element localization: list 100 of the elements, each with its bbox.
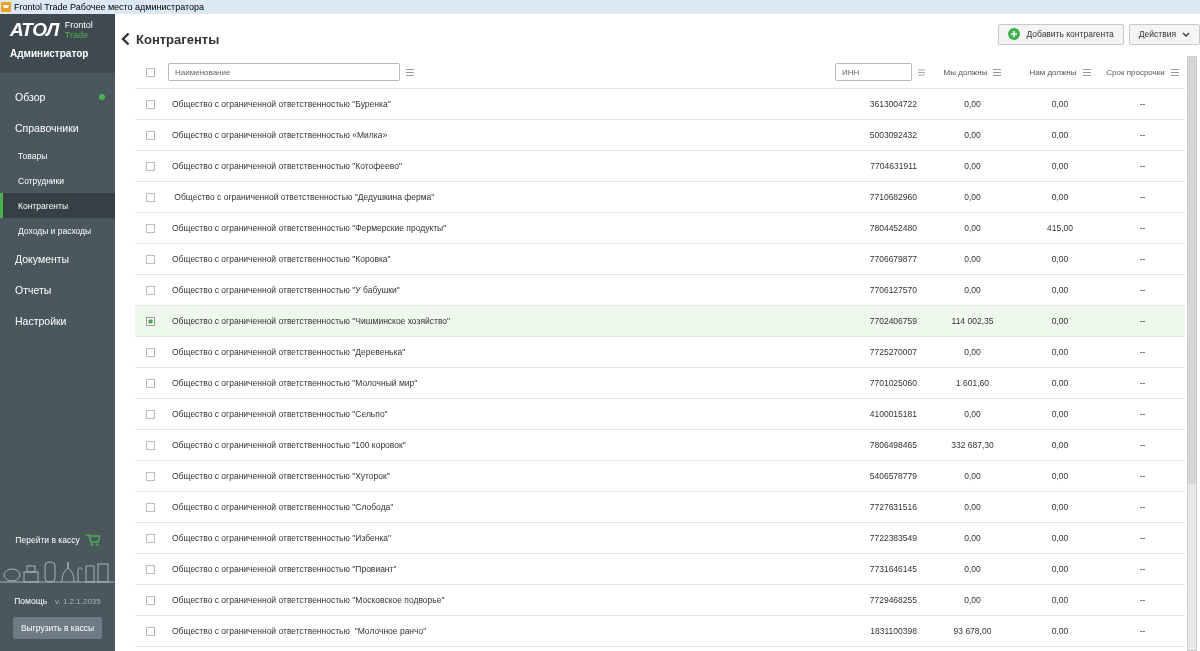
table-cell: 3613004722 bbox=[869, 99, 917, 109]
scrollbar[interactable] bbox=[1187, 56, 1197, 651]
sidebar-item[interactable]: Документы bbox=[0, 243, 115, 274]
table-row[interactable]: Общество с ограниченной ответственностью "Сельпо" 4100015181 0,00 0,00 -- bbox=[135, 399, 1185, 430]
table-row[interactable]: Общество с ограниченной ответственностью "Чишминское хозяйство" 7702406759 114 002,35 0,00 -- bbox=[135, 306, 1185, 337]
table-row[interactable]: Общество с ограниченной ответственностью "Котофеево" 7704631911 0,00 0,00 -- bbox=[135, 151, 1185, 182]
row-checkbox[interactable] bbox=[145, 626, 155, 636]
name-cell: Общество с ограниченной ответственностью "Провиант" bbox=[172, 564, 397, 574]
table-cell: 0,00 bbox=[1051, 192, 1069, 202]
column-menu-icon[interactable] bbox=[918, 68, 925, 76]
name-cell: Общество с ограниченной ответственностью "Деревенька" bbox=[172, 347, 406, 357]
row-checkbox[interactable] bbox=[145, 347, 155, 357]
row-checkbox[interactable] bbox=[145, 533, 155, 543]
table-row[interactable]: Общество с ограниченной ответственностью "100 коровок" 7806498465 332 687,30 0,00 -- bbox=[135, 430, 1185, 461]
row-checkbox[interactable] bbox=[145, 316, 155, 326]
name-cell: Общество с ограниченной ответственностью "У бабушки" bbox=[172, 285, 400, 295]
sidebar-item[interactable]: Контрагенты bbox=[0, 193, 115, 218]
table-cell: 0,00 bbox=[1051, 285, 1069, 295]
table-row[interactable]: Общество с ограниченной ответственностью "Молочный мир" 7701025060 1 601,60 0,00 -- bbox=[135, 368, 1185, 399]
row-checkbox[interactable] bbox=[145, 285, 155, 295]
table-row[interactable]: Общество с ограниченной ответственностью "Деревенька" 7725270007 0,00 0,00 -- bbox=[135, 337, 1185, 368]
row-checkbox[interactable] bbox=[145, 254, 155, 264]
upload-button[interactable]: Выгрузить в кассы bbox=[12, 617, 103, 639]
pos-link[interactable]: Перейти в кассу bbox=[15, 535, 80, 545]
table-cell: 0,00 bbox=[964, 285, 981, 295]
row-checkbox[interactable] bbox=[145, 502, 155, 512]
sidebar-item[interactable]: Доходы и расходы bbox=[0, 218, 115, 243]
table-cell: 0,00 bbox=[1051, 471, 1069, 481]
table-cell: 0,00 bbox=[1051, 440, 1069, 450]
select-all-checkbox[interactable] bbox=[145, 67, 155, 77]
table-cell: 0,00 bbox=[1051, 564, 1069, 574]
row-checkbox[interactable] bbox=[145, 223, 155, 233]
table-cell: 0,00 bbox=[964, 130, 981, 140]
table-row[interactable]: Общество с ограниченной ответственностью "Московское подворье" 7729468255 0,00 0,00 -- bbox=[135, 585, 1185, 616]
table-row[interactable]: Общество с ограниченной ответственностью "Молочное ранчо" 1831100398 93 678,00 0,00 -- bbox=[135, 616, 1185, 647]
sidebar-item[interactable]: Отчеты bbox=[0, 274, 115, 305]
column-menu-icon[interactable] bbox=[1170, 68, 1179, 76]
table-row[interactable]: Общество с ограниченной ответственностью "Коровка" 7706679877 0,00 0,00 -- bbox=[135, 244, 1185, 275]
table-cell: -- bbox=[1139, 130, 1146, 140]
table-cell: 0,00 bbox=[1051, 130, 1069, 140]
table-cell: -- bbox=[1139, 254, 1146, 264]
column-menu-icon[interactable] bbox=[406, 68, 414, 76]
column-menu-icon[interactable] bbox=[1082, 68, 1091, 76]
table-row[interactable]: Общество с ограниченной ответственностью "Избенка" 7722383549 0,00 0,00 -- bbox=[135, 523, 1185, 554]
table-row[interactable]: Общество с ограниченной ответственностью "Провиант" 7731646145 0,00 0,00 -- bbox=[135, 554, 1185, 585]
name-cell: Общество с ограниченной ответственностью "Сельпо" bbox=[172, 409, 388, 419]
actions-button[interactable]: Действия bbox=[1128, 23, 1200, 45]
table-cell: -- bbox=[1139, 378, 1146, 388]
table-cell: -- bbox=[1139, 161, 1146, 171]
row-checkbox[interactable] bbox=[145, 409, 155, 419]
table-cell: 0,00 bbox=[964, 161, 981, 171]
table-row[interactable]: Общество с ограниченной ответственностью "Слобода" 7727631516 0,00 0,00 -- bbox=[135, 492, 1185, 523]
table-cell: 7710682960 bbox=[869, 192, 917, 202]
table-row[interactable]: Общество с ограниченной ответственностью "Фермерские продукты" 7804452480 0,00 415,00 -- bbox=[135, 213, 1185, 244]
table-cell: -- bbox=[1139, 316, 1146, 326]
table-row[interactable]: Общество с ограниченной ответственностью "Буренка" 3613004722 0,00 0,00 -- bbox=[135, 89, 1185, 120]
table-cell: 7729468255 bbox=[869, 595, 917, 605]
sidebar-item[interactable]: Справочники bbox=[0, 112, 115, 143]
row-checkbox[interactable] bbox=[145, 471, 155, 481]
table-cell: 0,00 bbox=[964, 347, 981, 357]
filter-field[interactable]: ИНН bbox=[835, 63, 912, 81]
row-checkbox[interactable] bbox=[145, 192, 155, 202]
plus-circle-icon bbox=[1008, 28, 1021, 40]
row-checkbox[interactable] bbox=[145, 99, 155, 109]
table-cell: 415,00 bbox=[1047, 223, 1073, 233]
table-cell: 0,00 bbox=[1051, 316, 1069, 326]
help-link[interactable]: Помощь bbox=[14, 596, 48, 606]
add-counterparty-button[interactable]: Добавить контрагента bbox=[998, 23, 1124, 45]
row-checkbox[interactable] bbox=[145, 564, 155, 574]
table-cell: 0,00 bbox=[1051, 533, 1069, 543]
table-row[interactable]: Общество с ограниченной ответственностью «Милка» 5003092432 0,00 0,00 -- bbox=[135, 120, 1185, 151]
sidebar-item[interactable]: Настройки bbox=[0, 305, 115, 336]
edition-name: Trade bbox=[64, 30, 89, 40]
row-checkbox[interactable] bbox=[145, 378, 155, 388]
name-cell: Общество с ограниченной ответственностью "Котофеево" bbox=[172, 161, 402, 171]
table-cell: 0,00 bbox=[1051, 378, 1069, 388]
table-cell: 1831100398 bbox=[870, 626, 917, 636]
sidebar-item[interactable]: Сотрудники bbox=[0, 168, 115, 193]
column-menu-icon[interactable] bbox=[993, 68, 1002, 76]
row-checkbox[interactable] bbox=[145, 161, 155, 171]
sidebar-item[interactable]: Обзор bbox=[0, 81, 115, 112]
table-row[interactable]: Общество с ограниченной ответственностью "Хуторок" 5406578779 0,00 0,00 -- bbox=[135, 461, 1185, 492]
table-cell: 0,00 bbox=[1051, 99, 1069, 109]
logo: АТОЛ bbox=[10, 21, 59, 39]
name-cell: Общество с ограниченной ответственностью "Чишминское хозяйство" bbox=[172, 316, 451, 326]
sidebar-item[interactable]: Товары bbox=[0, 143, 115, 168]
table-row[interactable]: Общество с ограниченной ответственностью "Дедушкина ферма" 7710682960 0,00 0,00 -- bbox=[135, 182, 1185, 213]
row-checkbox[interactable] bbox=[145, 130, 155, 140]
table-cell: 114 002,35 bbox=[951, 316, 994, 326]
table-cell: -- bbox=[1139, 626, 1146, 636]
table-cell: 7706679877 bbox=[869, 254, 917, 264]
filter-field[interactable]: Наименование bbox=[168, 63, 400, 81]
table-cell: 7704631911 bbox=[870, 161, 917, 171]
table-cell: 0,00 bbox=[1051, 161, 1069, 171]
name-cell: Общество с ограниченной ответственностью "100 коровок" bbox=[172, 440, 406, 450]
row-checkbox[interactable] bbox=[145, 595, 155, 605]
table-cell: 0,00 bbox=[964, 99, 981, 109]
row-checkbox[interactable] bbox=[145, 440, 155, 450]
table-cell: 332 687,30 bbox=[951, 440, 994, 450]
back-icon[interactable] bbox=[121, 32, 130, 46]
